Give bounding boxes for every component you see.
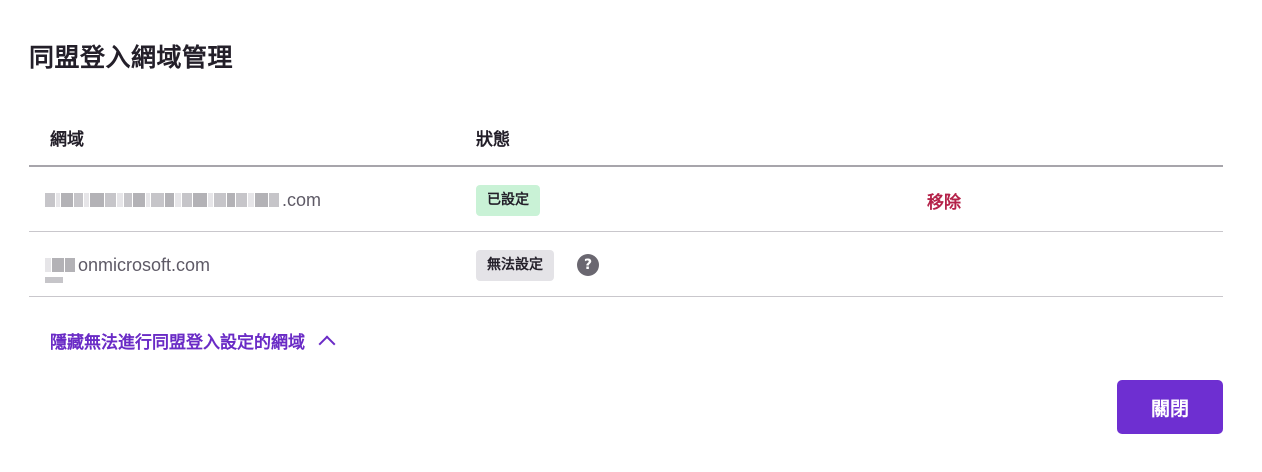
column-header-status: 狀態	[476, 130, 510, 150]
chevron-up-icon	[318, 335, 336, 352]
column-header-domain: 網域	[50, 130, 84, 150]
table-row: onmicrosoft.com 無法設定 ?	[29, 232, 1223, 297]
domain-cell: onmicrosoft.com	[45, 253, 211, 283]
close-button[interactable]: 關閉	[1117, 380, 1223, 434]
help-icon[interactable]: ?	[577, 254, 599, 276]
toggle-label: 隱藏無法進行同盟登入設定的網域	[50, 333, 305, 353]
status-badge: 無法設定	[476, 250, 554, 281]
table-row: .com 已設定 移除	[29, 167, 1223, 232]
status-badge: 已設定	[476, 185, 540, 216]
dialog-title: 同盟登入網域管理	[29, 43, 234, 72]
domain-suffix: .com	[282, 189, 322, 210]
redacted-domain	[45, 255, 76, 283]
domain-suffix: onmicrosoft.com	[78, 254, 211, 275]
redacted-domain	[45, 190, 280, 210]
hide-unconfigurable-domains-toggle[interactable]: 隱藏無法進行同盟登入設定的網域	[50, 328, 336, 353]
remove-button[interactable]: 移除	[927, 188, 961, 213]
domain-cell: .com	[45, 188, 321, 212]
table-header: 網域 狀態	[29, 101, 1223, 167]
domain-table: 網域 狀態 .com 已設定 移除 onmicrosoft.com 無法設定 ?	[29, 101, 1223, 297]
